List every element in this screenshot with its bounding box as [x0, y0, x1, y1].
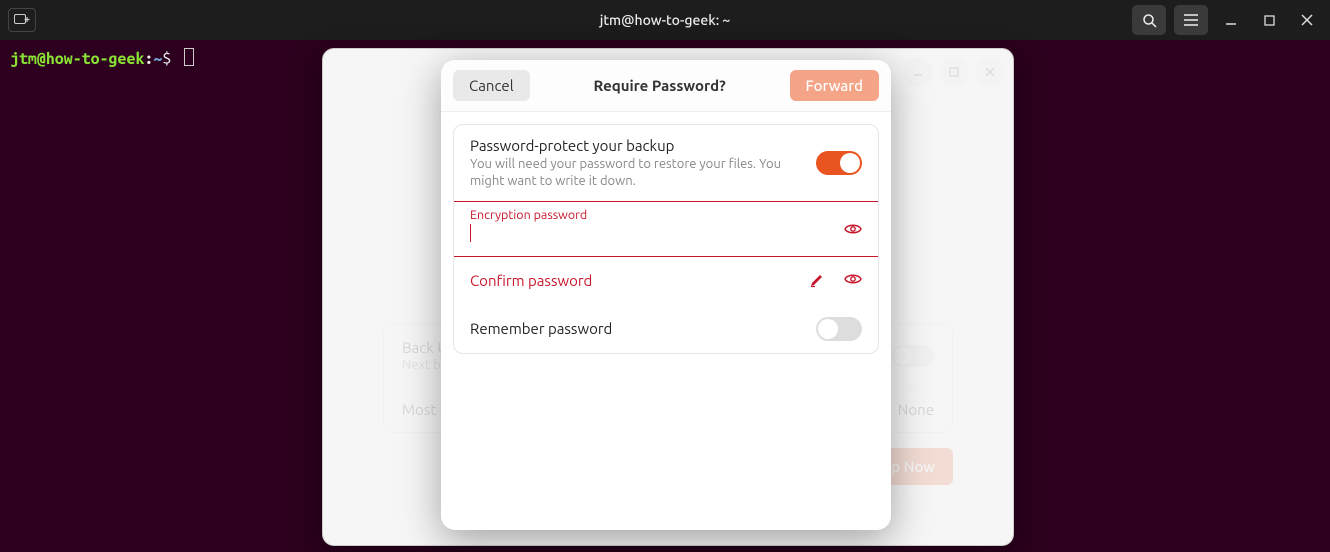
hamburger-icon [1184, 14, 1198, 26]
hamburger-menu-button[interactable] [1174, 5, 1208, 35]
password-section: Password-protect your backup You will ne… [453, 124, 879, 354]
prompt-user: jtm@how-to-geek [10, 50, 144, 68]
maximize-icon [1264, 15, 1275, 26]
dialog-title: Require Password? [594, 77, 726, 94]
window-maximize-button[interactable] [1254, 5, 1284, 35]
confirm-password-field[interactable]: Confirm password [454, 256, 878, 305]
encryption-password-field[interactable]: Encryption password [453, 201, 879, 257]
text-caret [470, 224, 471, 242]
search-button[interactable] [1132, 5, 1166, 35]
window-title: jtm@how-to-geek: ~ [0, 12, 1330, 28]
dialog-header: Cancel Require Password? Forward [441, 60, 891, 112]
remember-password-toggle[interactable] [816, 317, 862, 341]
pencil-icon [809, 273, 824, 288]
remember-password-row: Remember password [454, 305, 878, 353]
password-protect-row: Password-protect your backup You will ne… [454, 125, 878, 202]
show-confirm-password-button[interactable] [844, 273, 862, 288]
forward-button[interactable]: Forward [790, 70, 879, 101]
edit-confirm-button[interactable] [809, 273, 824, 288]
new-tab-icon [14, 14, 30, 26]
minimize-icon [1225, 14, 1237, 26]
search-icon [1142, 13, 1157, 28]
password-protect-toggle[interactable] [816, 151, 862, 175]
password-protect-title: Password-protect your backup [470, 137, 804, 154]
remember-password-label: Remember password [470, 320, 804, 337]
window-minimize-button[interactable] [1216, 5, 1246, 35]
password-protect-sub: You will need your password to restore y… [470, 156, 790, 190]
terminal-cursor [184, 48, 194, 66]
cancel-button[interactable]: Cancel [453, 70, 530, 101]
close-icon [1301, 14, 1313, 26]
prompt-dollar: $ [162, 50, 171, 68]
show-password-button[interactable] [844, 223, 862, 235]
window-close-button[interactable] [1292, 5, 1322, 35]
new-tab-button[interactable] [8, 8, 36, 32]
encryption-password-label: Encryption password [470, 208, 862, 222]
prompt-path: ~ [153, 50, 162, 68]
require-password-dialog: Cancel Require Password? Forward Passwor… [441, 60, 891, 530]
terminal-titlebar: jtm@how-to-geek: ~ [0, 0, 1330, 40]
confirm-password-label: Confirm password [470, 272, 592, 289]
eye-icon [844, 223, 862, 235]
eye-icon [844, 273, 862, 285]
